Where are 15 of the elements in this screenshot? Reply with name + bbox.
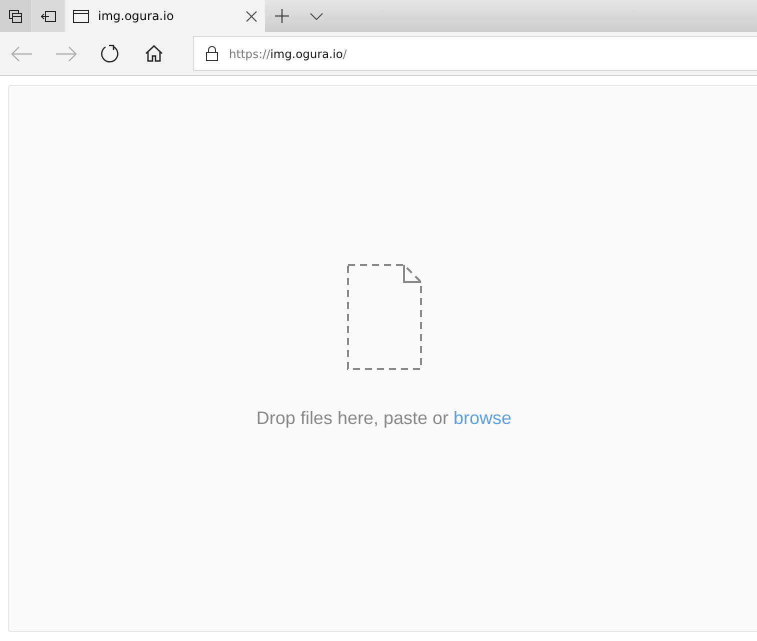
- plus-icon[interactable]: [275, 9, 289, 23]
- chevron-down-icon[interactable]: [310, 12, 322, 20]
- set-aside-tabs-button[interactable]: [31, 0, 65, 32]
- refresh-icon[interactable]: [100, 44, 120, 64]
- window-icon: [73, 10, 89, 22]
- close-icon[interactable]: [246, 10, 257, 22]
- browser-tab[interactable]: img.ogura.io: [65, 0, 265, 32]
- home-icon[interactable]: [145, 45, 163, 62]
- lock-icon: [206, 46, 218, 61]
- file-icon: [346, 264, 422, 370]
- arrow-into-box-icon[interactable]: [40, 10, 56, 22]
- drop-instructions: Drop files here, paste or browse: [256, 408, 512, 429]
- url-text: https://img.ogura.io/: [229, 46, 347, 60]
- stacked-windows-icon[interactable]: [9, 10, 22, 22]
- address-bar[interactable]: https://img.ogura.io/: [193, 36, 757, 71]
